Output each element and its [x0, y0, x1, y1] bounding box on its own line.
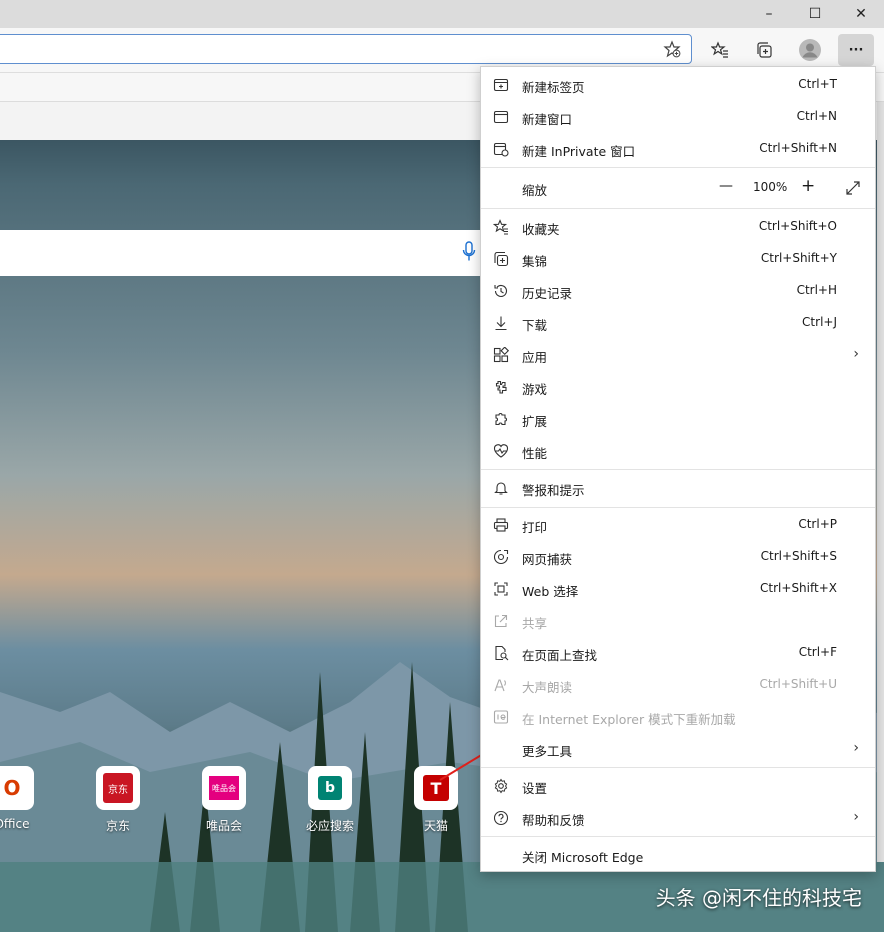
menu-divider [481, 836, 875, 837]
find-icon [495, 645, 509, 661]
menu-label: 性能 [522, 446, 548, 461]
zoom-label: 缩放 [522, 183, 548, 198]
menu-item-games[interactable]: 游戏 [481, 371, 875, 403]
menu-label: 设置 [522, 781, 548, 796]
shortcut-text: Ctrl+Shift+N [759, 141, 837, 155]
menu-label: 游戏 [522, 382, 548, 397]
menu-item-extensions[interactable]: 扩展 [481, 403, 875, 435]
menu-item-favorites[interactable]: 收藏夹 Ctrl+Shift+O [481, 211, 875, 243]
menu-divider [481, 167, 875, 168]
chevron-right-icon: › [853, 346, 859, 362]
menu-item-collections[interactable]: 集锦 Ctrl+Shift+Y [481, 243, 875, 275]
menu-item-close-edge[interactable]: 关闭 Microsoft Edge [481, 839, 875, 871]
menu-item-zoom: 缩放 — 100% + [481, 172, 875, 204]
menu-label: 新建标签页 [522, 80, 585, 95]
fullscreen-icon[interactable] [845, 180, 861, 196]
menu-item-performance[interactable]: 性能 [481, 435, 875, 467]
menu-divider [481, 208, 875, 209]
menu-label: 在 Internet Explorer 模式下重新加载 [522, 712, 736, 727]
favorites-menu-icon [493, 219, 508, 235]
menu-label: 收藏夹 [522, 222, 560, 237]
menu-item-read-aloud: 大声朗读 Ctrl+Shift+U [481, 669, 875, 701]
new-tab-icon [493, 78, 509, 92]
inprivate-icon [493, 142, 509, 157]
shortcut-text: Ctrl+N [796, 109, 837, 123]
download-icon [495, 316, 507, 331]
bell-icon [494, 482, 508, 495]
extensions-icon [495, 413, 507, 426]
shortcut-text: Ctrl+F [798, 645, 837, 659]
menu-label: 应用 [522, 350, 548, 365]
settings-menu: 新建标签页 Ctrl+T 新建窗口 Ctrl+N 新建 InPrivate 窗口… [480, 66, 876, 872]
menu-label: 网页捕获 [522, 552, 573, 567]
menu-item-ie-mode-reload: 在 Internet Explorer 模式下重新加载 [481, 701, 875, 733]
menu-label: 关闭 Microsoft Edge [522, 850, 644, 865]
menu-item-new-inprivate[interactable]: 新建 InPrivate 窗口 Ctrl+Shift+N [481, 133, 875, 165]
shortcut-text: Ctrl+P [798, 517, 837, 531]
shortcut-text: Ctrl+Shift+S [760, 549, 837, 563]
chevron-right-icon: › [853, 740, 859, 756]
menu-label: 下载 [522, 318, 548, 333]
menu-label: 帮助和反馈 [522, 813, 585, 828]
zoom-in-button[interactable]: + [801, 176, 815, 196]
menu-item-web-capture[interactable]: 网页捕获 Ctrl+Shift+S [481, 541, 875, 573]
web-capture-icon [493, 549, 509, 565]
share-icon [494, 614, 508, 628]
shortcut-text: Ctrl+Shift+Y [760, 251, 837, 265]
menu-item-history[interactable]: 历史记录 Ctrl+H [481, 275, 875, 307]
menu-label: 共享 [522, 616, 548, 631]
menu-item-web-select[interactable]: Web 选择 Ctrl+Shift+X [481, 573, 875, 605]
collections-menu-icon [494, 251, 509, 267]
watermark-text: 头条 @闲不住的科技宅 [655, 886, 862, 910]
menu-item-print[interactable]: 打印 Ctrl+P [481, 509, 875, 541]
shortcut-text: Ctrl+J [802, 315, 837, 329]
shortcut-text: Ctrl+Shift+X [760, 581, 837, 595]
menu-label: 打印 [522, 520, 548, 535]
help-icon [493, 810, 509, 826]
shortcut-text: Ctrl+T [798, 77, 837, 91]
games-icon [495, 380, 507, 394]
performance-icon [493, 444, 509, 458]
menu-item-settings[interactable]: 设置 [481, 770, 875, 802]
ie-mode-icon [493, 710, 509, 724]
zoom-out-button[interactable]: — [719, 178, 733, 194]
menu-divider [481, 507, 875, 508]
menu-label: 集锦 [522, 254, 548, 269]
print-icon [493, 518, 509, 532]
shortcut-text: Ctrl+Shift+U [759, 677, 837, 691]
shortcut-text: Ctrl+H [796, 283, 837, 297]
menu-divider [481, 469, 875, 470]
menu-item-downloads[interactable]: 下载 Ctrl+J [481, 307, 875, 339]
gear-icon [494, 778, 508, 794]
menu-label: 历史记录 [522, 286, 573, 301]
menu-label: 扩展 [522, 414, 548, 429]
menu-item-more-tools[interactable]: 更多工具 › [481, 733, 875, 765]
menu-label: 在页面上查找 [522, 648, 598, 663]
menu-item-help-feedback[interactable]: 帮助和反馈 › [481, 802, 875, 834]
shortcut-text: Ctrl+Shift+O [758, 219, 837, 233]
chevron-right-icon: › [853, 809, 859, 825]
menu-item-apps[interactable]: 应用 › [481, 339, 875, 371]
apps-icon [493, 347, 509, 363]
zoom-level: 100% [753, 180, 788, 194]
menu-item-alerts[interactable]: 警报和提示 [481, 472, 875, 504]
menu-divider [481, 767, 875, 768]
menu-label: 更多工具 [522, 744, 573, 759]
menu-item-share: 共享 [481, 605, 875, 637]
web-select-icon [494, 582, 508, 596]
read-aloud-icon [494, 679, 506, 692]
menu-label: 新建 InPrivate 窗口 [522, 144, 636, 159]
menu-label: 警报和提示 [522, 483, 585, 498]
new-window-icon [493, 110, 509, 124]
history-icon [494, 284, 508, 297]
menu-label: 新建窗口 [522, 112, 573, 127]
menu-item-new-tab[interactable]: 新建标签页 Ctrl+T [481, 69, 875, 101]
menu-item-new-window[interactable]: 新建窗口 Ctrl+N [481, 101, 875, 133]
menu-item-find-on-page[interactable]: 在页面上查找 Ctrl+F [481, 637, 875, 669]
menu-label: Web 选择 [522, 584, 579, 599]
menu-label: 大声朗读 [522, 680, 573, 695]
